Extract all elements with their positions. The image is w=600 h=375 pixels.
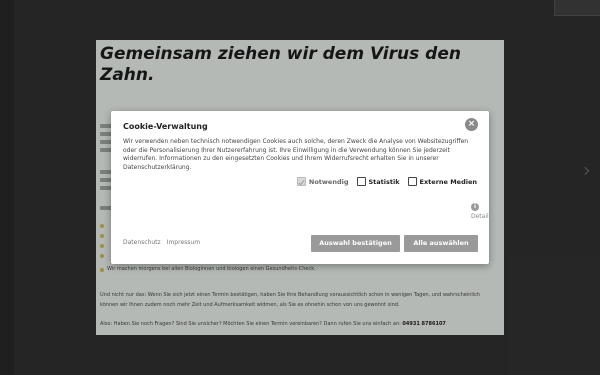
modal-title: Cookie-Verwaltung [123, 122, 208, 131]
option-label: Notwendig [308, 177, 349, 186]
cookie-modal: Cookie-Verwaltung × Wir verwenden neben … [111, 111, 489, 264]
cookie-options: Notwendig Statistik Externe Medien [296, 177, 477, 186]
option-label: Statistik [368, 177, 400, 186]
footer-links: Datenschutz Impressum [123, 239, 200, 246]
close-icon[interactable]: × [465, 118, 478, 131]
details-link[interactable]: Details anzeigen [471, 213, 489, 220]
info-icon[interactable]: i [471, 203, 479, 211]
option-statistik[interactable]: Statistik [356, 177, 400, 186]
cookie-description: Wir verwenden neben technisch notwendige… [123, 138, 469, 171]
checkbox-externe-medien[interactable] [407, 177, 417, 186]
privacy-link[interactable]: Datenschutz [123, 239, 161, 246]
confirm-selection-button[interactable]: Auswahl bestätigen [311, 235, 400, 252]
checkbox-notwendig [296, 177, 306, 186]
option-externe-medien[interactable]: Externe Medien [407, 177, 477, 186]
option-notwendig: Notwendig [296, 177, 349, 186]
option-label: Externe Medien [419, 177, 477, 186]
accept-all-button[interactable]: Alle auswählen [404, 235, 478, 252]
imprint-link[interactable]: Impressum [167, 239, 200, 246]
checkbox-statistik[interactable] [356, 177, 366, 186]
